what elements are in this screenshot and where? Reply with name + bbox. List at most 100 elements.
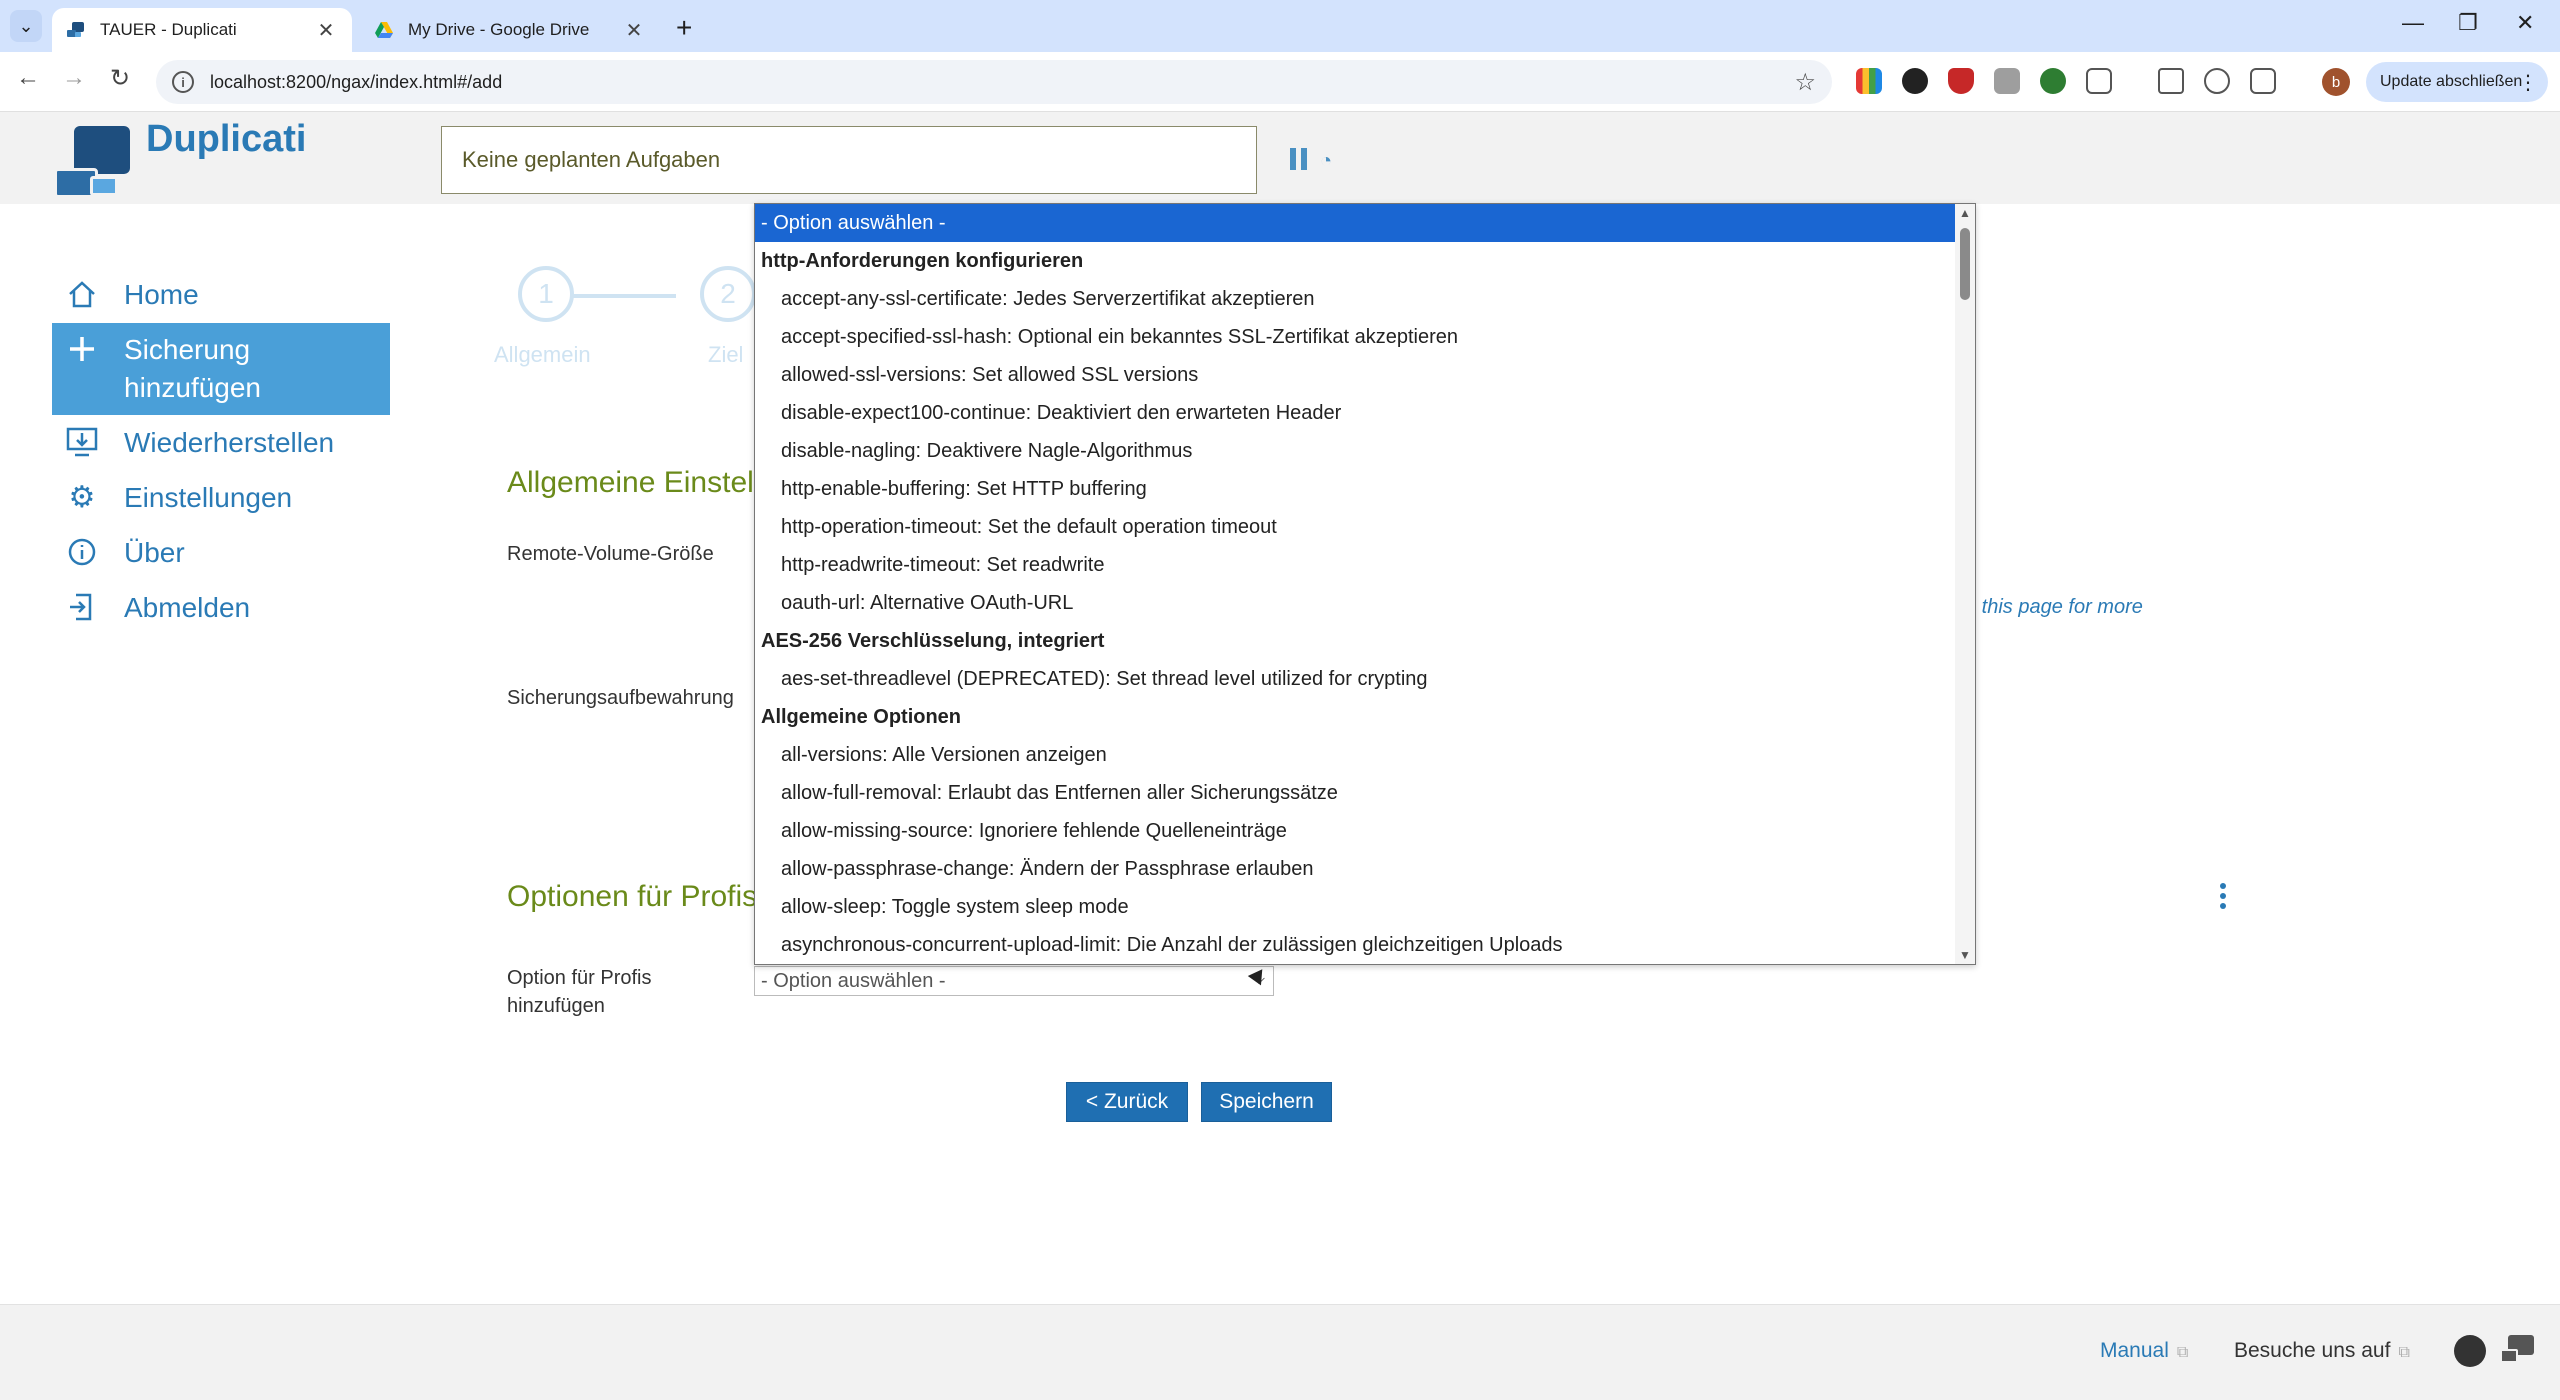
browser-tab-google-drive[interactable]: My Drive - Google Drive ✕ xyxy=(360,8,660,52)
step-1-circle[interactable]: 1 xyxy=(518,266,574,322)
dropdown-option[interactable]: allow-sleep: Toggle system sleep mode xyxy=(755,888,1955,926)
url-text: localhost:8200/ngax/index.html#/add xyxy=(210,71,503,92)
dropdown-option[interactable]: oauth-url: Alternative OAuth-URL xyxy=(755,584,1955,622)
back-button[interactable]: < Zurück xyxy=(1066,1082,1188,1122)
select-value: - Option auswählen - xyxy=(761,969,946,992)
dropdown-group-label: http-Anforderungen konfigurieren xyxy=(761,249,1084,272)
close-window-icon[interactable]: ✕ xyxy=(2516,10,2534,36)
extension-shield-icon[interactable] xyxy=(1948,68,1974,94)
dropdown-option[interactable]: accept-specified-ssl-hash: Optional ein … xyxy=(755,318,1955,356)
throttle-gauge-icon[interactable]: ◔ xyxy=(1320,150,1332,173)
sidebar-item-label: Wiederherstellen xyxy=(124,427,335,458)
minimize-window-icon[interactable]: — xyxy=(2402,10,2424,36)
extension-books-icon[interactable] xyxy=(1856,68,1882,94)
dropdown-option[interactable]: http-enable-buffering: Set HTTP bufferin… xyxy=(755,470,1955,508)
back-arrow-icon[interactable]: ← xyxy=(12,64,44,92)
reload-icon[interactable]: ↻ xyxy=(104,64,136,93)
sidebar-item-label: Einstellungen xyxy=(124,482,293,513)
backup-retention-label: Sicherungsaufbewahrung xyxy=(507,687,734,709)
sidebar-item-settings[interactable]: ⚙ Einstellungen xyxy=(52,471,390,525)
dropdown-option[interactable]: all-versions: Alle Versionen anzeigen xyxy=(755,736,1955,774)
sidebar-item-about[interactable]: Über xyxy=(52,526,390,580)
new-tab-plus-icon[interactable]: + xyxy=(676,12,692,44)
advanced-option-select[interactable]: - Option auswählen - ⌵ xyxy=(754,966,1274,996)
profile-avatar[interactable]: b xyxy=(2322,68,2350,96)
dropdown-option[interactable]: allow-missing-source: Ignoriere fehlende… xyxy=(755,812,1955,850)
close-tab-icon[interactable]: ✕ xyxy=(622,18,646,43)
sidebar-item-home[interactable]: Home xyxy=(52,268,390,322)
scrollbar-thumb[interactable] xyxy=(1960,228,1970,300)
update-button[interactable]: Update abschließen ⋮ xyxy=(2366,62,2548,102)
sidebar-item-label: Über xyxy=(124,537,185,568)
home-icon xyxy=(64,276,100,312)
sidebar-item-logout[interactable]: Abmelden xyxy=(52,581,390,635)
browser-tab-duplicati[interactable]: TAUER - Duplicati ✕ xyxy=(52,8,352,52)
dropdown-option-selected[interactable]: - Option auswählen - xyxy=(755,204,1955,242)
app-name[interactable]: Duplicati xyxy=(146,118,306,161)
kebab-menu-icon[interactable] xyxy=(2220,883,2228,911)
extensions-puzzle-icon[interactable] xyxy=(2086,68,2112,94)
dropdown-option[interactable]: accept-any-ssl-certificate: Jedes Server… xyxy=(755,280,1955,318)
extension-mask-icon[interactable] xyxy=(1902,68,1928,94)
github-icon[interactable] xyxy=(2454,1335,2486,1367)
extension-screenshot-icon[interactable] xyxy=(2204,68,2230,94)
bookmark-star-icon[interactable]: ☆ xyxy=(1794,68,1816,97)
visit-us-text: Besuche uns auf ⧉ xyxy=(2234,1339,2410,1363)
step-2-circle[interactable]: 2 xyxy=(700,266,756,322)
gear-icon: ⚙ xyxy=(68,480,96,514)
sidebar-item-label: Abmelden xyxy=(124,592,251,623)
dropdown-group-label: Allgemeine Optionen xyxy=(761,705,962,728)
external-link-icon: ⧉ xyxy=(2176,1344,2189,1361)
save-button[interactable]: Speichern xyxy=(1201,1082,1332,1122)
sidebar-item-label: Sicherung hinzufügen xyxy=(124,334,262,403)
restore-icon xyxy=(64,424,100,460)
duplicati-forum-icon[interactable] xyxy=(2500,1335,2534,1365)
add-advanced-option-label: Option für Profis hinzufügen xyxy=(507,967,652,1017)
option-dropdown-list[interactable]: - Option auswählen - http-Anforderungen … xyxy=(754,203,1976,965)
dropdown-option[interactable]: http-readwrite-timeout: Set readwrite xyxy=(755,546,1955,584)
sidebar-item-add-backup[interactable]: Sicherung hinzufügen xyxy=(52,323,390,415)
dropdown-option[interactable]: http-operation-timeout: Set the default … xyxy=(755,508,1955,546)
site-info-icon[interactable]: i xyxy=(172,71,194,93)
scroll-up-arrow-icon[interactable]: ▲ xyxy=(1959,206,1971,220)
duplicati-favicon-icon xyxy=(67,22,84,37)
section-advanced-title: Optionen für Profis xyxy=(507,880,758,913)
dropdown-option[interactable]: disable-expect100-continue: Deaktiviert … xyxy=(755,394,1955,432)
browser-toolbar: ← → ↻ i localhost:8200/ngax/index.html#/… xyxy=(0,52,2560,112)
dropdown-option[interactable]: disable-nagling: Deaktivere Nagle-Algori… xyxy=(755,432,1955,470)
more-menu-icon[interactable]: ⋮ xyxy=(2518,70,2538,95)
dropdown-scrollbar[interactable]: ▲ ▼ xyxy=(1955,204,1975,964)
hint-link[interactable]: e this page for more xyxy=(1965,596,2143,619)
plus-icon xyxy=(64,331,100,367)
tab-title: My Drive - Google Drive xyxy=(408,20,590,39)
status-text: Keine geplanten Aufgaben xyxy=(462,147,721,172)
update-button-label: Update abschließen xyxy=(2380,73,2523,90)
dropdown-option[interactable]: allow-full-removal: Erlaubt das Entferne… xyxy=(755,774,1955,812)
manual-link[interactable]: Manual ⧉ xyxy=(2100,1339,2188,1363)
scroll-down-arrow-icon[interactable]: ▼ xyxy=(1959,948,1971,962)
sidebar-item-restore[interactable]: Wiederherstellen xyxy=(52,416,390,470)
dropdown-option[interactable]: asynchronous-concurrent-upload-limit: Di… xyxy=(755,926,1955,964)
forward-arrow-icon[interactable]: → xyxy=(58,64,90,92)
step-1-label: Allgemein xyxy=(494,342,591,367)
logout-icon xyxy=(64,589,100,625)
extension-bolt-icon[interactable] xyxy=(2158,68,2184,94)
dropdown-option[interactable]: allow-passphrase-change: Ändern der Pass… xyxy=(755,850,1955,888)
extension-camera-icon[interactable] xyxy=(1994,68,2020,94)
tab-title: TAUER - Duplicati xyxy=(100,20,237,39)
external-link-icon: ⧉ xyxy=(2398,1344,2410,1361)
dropdown-option[interactable]: aes-set-threadlevel (DEPRECATED): Set th… xyxy=(755,660,1955,698)
extension-leaf-icon[interactable] xyxy=(2040,68,2066,94)
tab-search-chevron-icon[interactable]: ⌄ xyxy=(10,10,42,42)
step-2-label: Ziel xyxy=(708,342,744,367)
close-tab-icon[interactable]: ✕ xyxy=(314,18,338,43)
sidebar: Home Sicherung hinzufügen Wiederherstell… xyxy=(52,268,390,636)
side-panel-icon[interactable] xyxy=(2250,68,2276,94)
footer: Manual ⧉ Besuche uns auf ⧉ xyxy=(0,1304,2560,1400)
address-bar[interactable]: i localhost:8200/ngax/index.html#/add ☆ xyxy=(156,60,1832,104)
duplicati-logo-icon[interactable] xyxy=(54,124,134,202)
restore-window-icon[interactable]: ❐ xyxy=(2458,10,2478,36)
pause-icon[interactable] xyxy=(1290,148,1308,170)
dropdown-option[interactable]: allowed-ssl-versions: Set allowed SSL ve… xyxy=(755,356,1955,394)
remote-volume-size-label: Remote-Volume-Größe xyxy=(507,543,714,565)
